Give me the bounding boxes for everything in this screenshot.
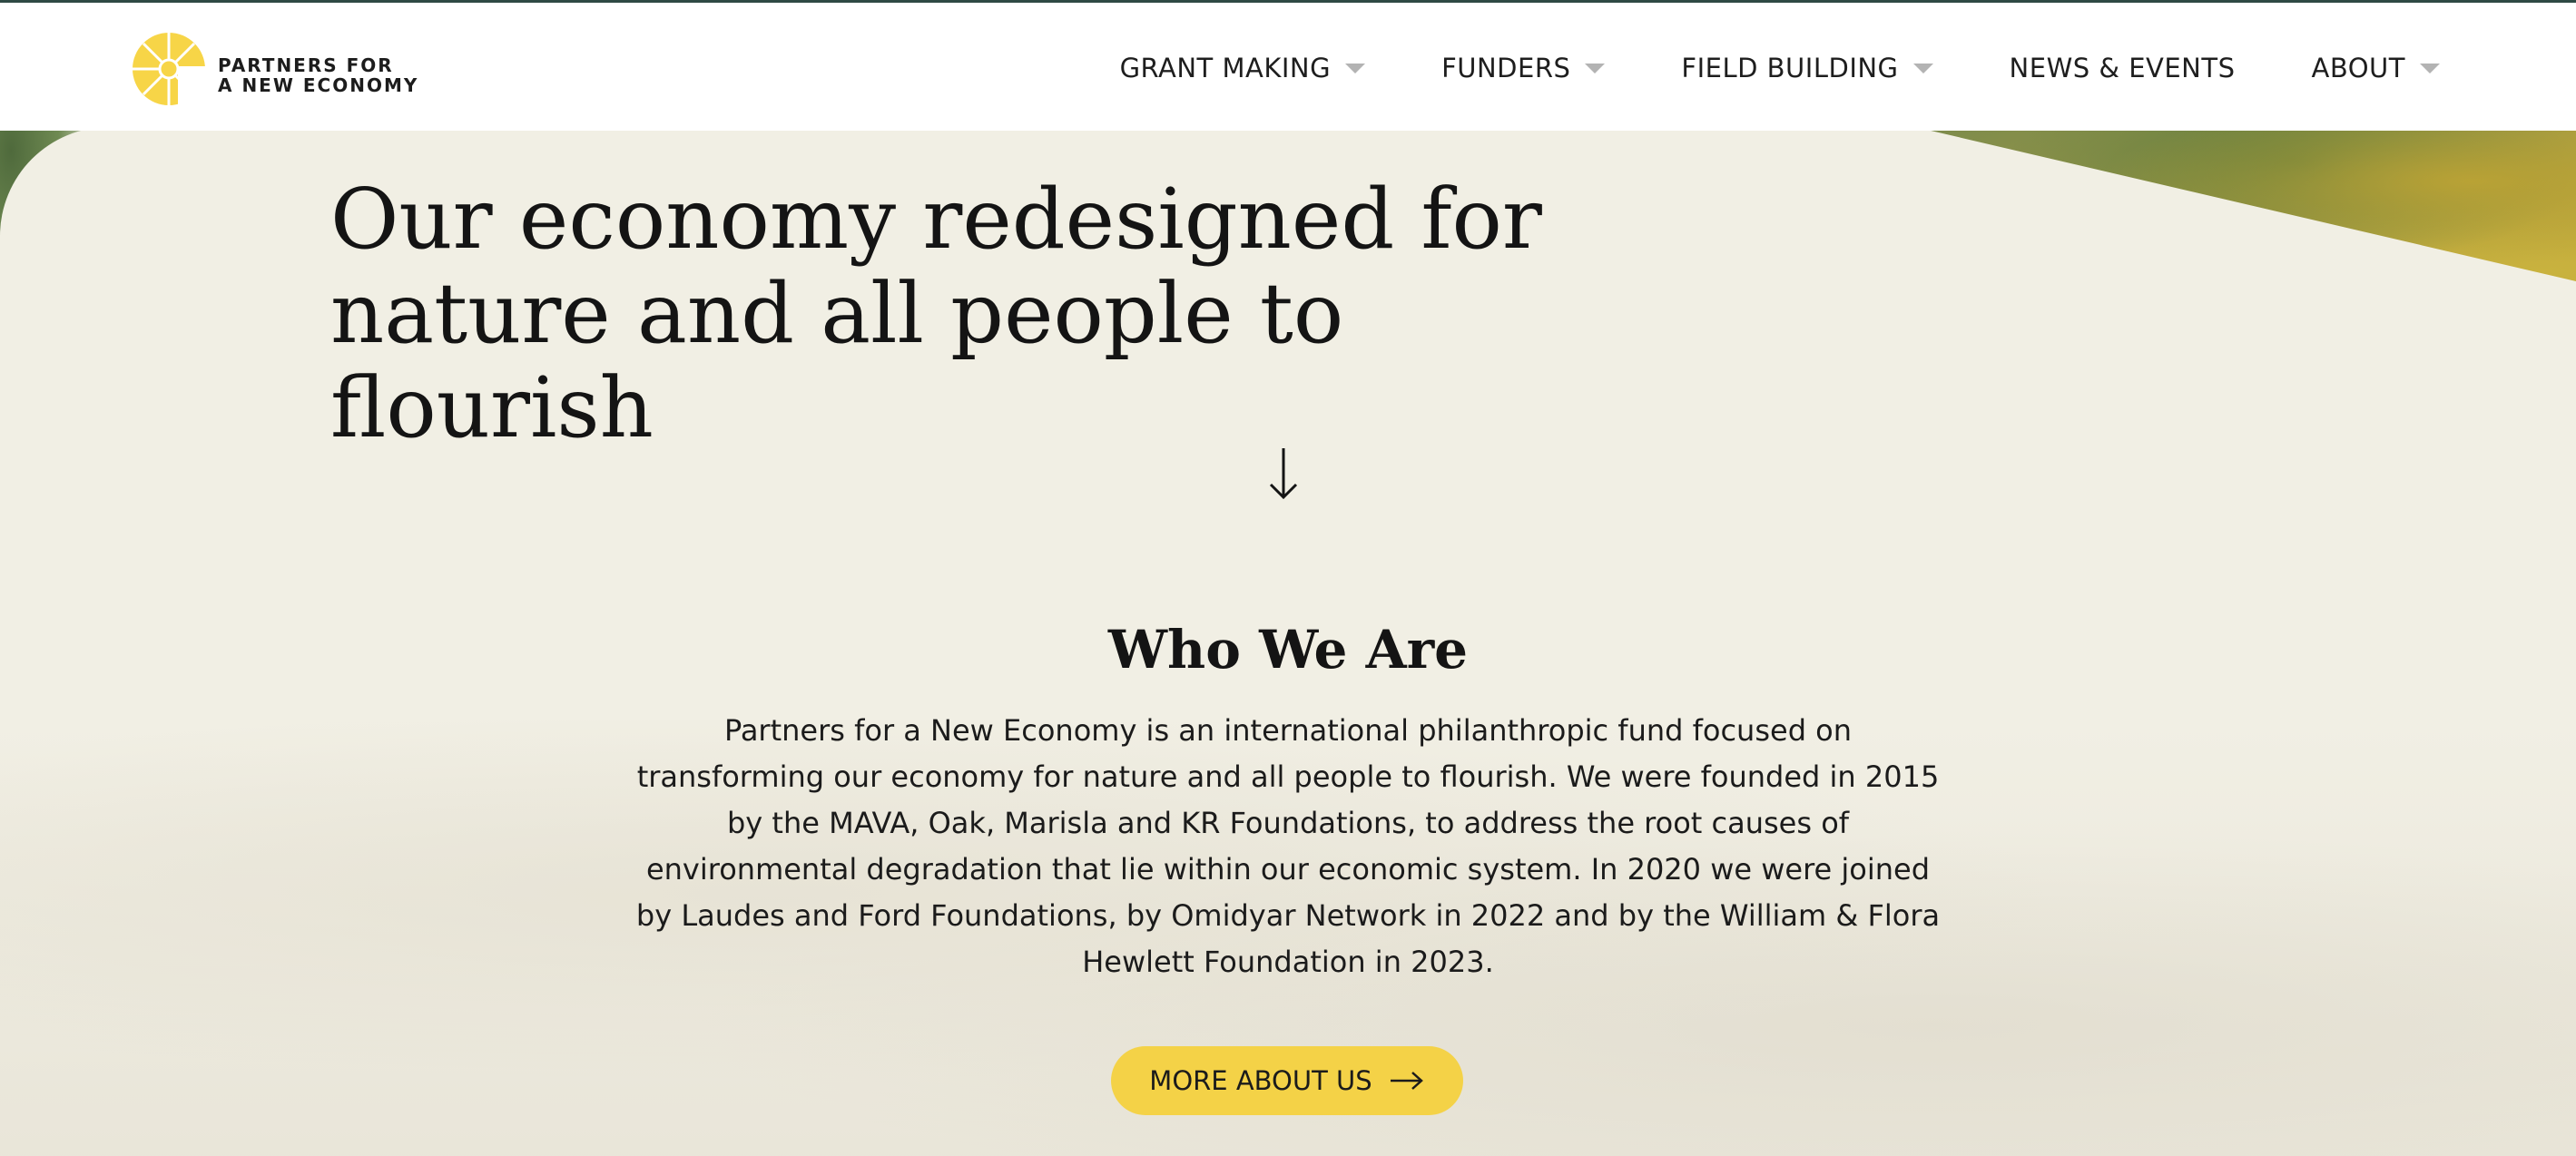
hero-title-line-1: Our economy redesigned for [330,171,1542,268]
main-nav: GRANT MAKING FUNDERS FIELD BUILDING NEWS… [1120,3,2440,133]
caret-down-icon [1345,63,1366,73]
nav-label: FUNDERS [1441,53,1571,83]
nav-label: NEWS & EVENTS [2009,53,2236,83]
nav-item-funders[interactable]: FUNDERS [1441,53,1606,83]
nav-item-about[interactable]: ABOUT [2311,53,2440,83]
nav-label: FIELD BUILDING [1681,53,1899,83]
logo-wordmark: PARTNERS FOR A NEW ECONOMY [218,43,418,95]
nav-label: GRANT MAKING [1119,53,1332,83]
hero-title-line-2: nature and all people to flourish [330,265,1344,456]
who-we-are-heading: Who We Are [1107,619,1469,681]
arrow-right-icon [1390,1072,1423,1090]
nav-label: ABOUT [2311,53,2405,83]
who-we-are-body: Partners for a New Economy is an interna… [635,713,1941,979]
nav-item-field-building[interactable]: FIELD BUILDING [1681,53,1933,83]
site-header: PARTNERS FOR A NEW ECONOMY GRANT MAKING … [0,0,2576,131]
nav-item-grant-making[interactable]: GRANT MAKING [1120,53,1366,83]
sun-logo-icon [133,33,211,108]
nav-item-news-events[interactable]: NEWS & EVENTS [2010,53,2236,83]
logo-line-2: A NEW ECONOMY [218,74,419,96]
logo-line-1: PARTNERS FOR [218,54,394,76]
more-about-us-button[interactable]: MORE ABOUT US [1111,1046,1463,1115]
hero-title: Our economy redesigned for nature and al… [330,172,1692,456]
cta-label: MORE ABOUT US [1149,1065,1372,1096]
caret-down-icon [1912,63,1933,73]
logo[interactable]: PARTNERS FOR A NEW ECONOMY [131,30,418,108]
arrow-down-icon[interactable] [1265,445,1302,503]
caret-down-icon [2420,63,2440,73]
caret-down-icon [1585,63,1606,73]
